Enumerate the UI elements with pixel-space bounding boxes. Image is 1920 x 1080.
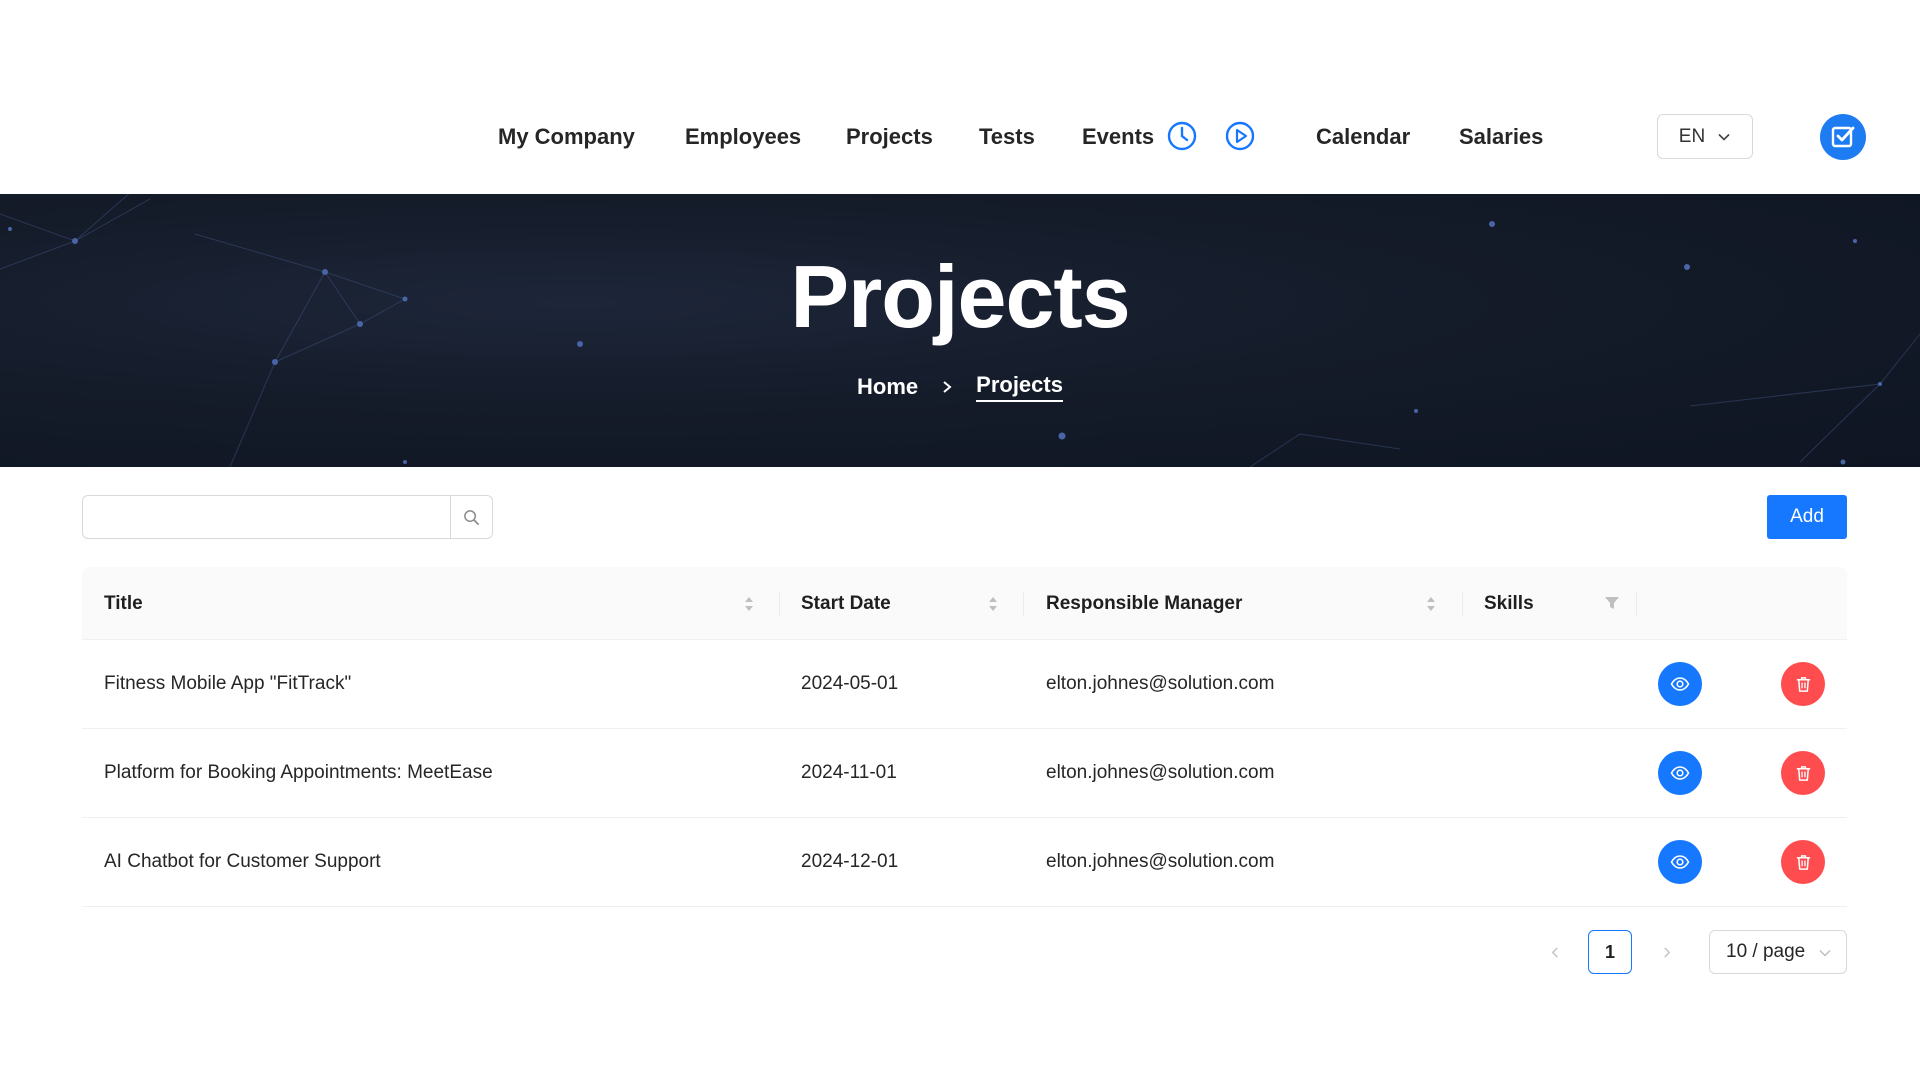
delete-button[interactable] xyxy=(1781,751,1825,795)
search-button[interactable] xyxy=(450,495,493,539)
column-header-title[interactable]: Title xyxy=(104,567,143,640)
page-size-select[interactable]: 10 / page xyxy=(1709,930,1847,974)
view-button[interactable] xyxy=(1658,840,1702,884)
view-button[interactable] xyxy=(1658,751,1702,795)
delete-button[interactable] xyxy=(1781,662,1825,706)
sort-icon[interactable] xyxy=(743,595,755,613)
column-header-responsible-manager[interactable]: Responsible Manager xyxy=(1046,567,1242,640)
chevron-right-icon xyxy=(943,381,952,393)
top-header: My Company Employees Projects Tests Even… xyxy=(0,0,1920,194)
column-divider xyxy=(1636,592,1637,616)
pagination-page-1[interactable]: 1 xyxy=(1588,930,1632,974)
cell-manager: elton.johnes@solution.com xyxy=(1046,673,1275,694)
chevron-left-icon xyxy=(1551,946,1558,958)
trash-icon xyxy=(1796,854,1810,870)
tasks-button[interactable] xyxy=(1820,114,1866,160)
filter-icon[interactable] xyxy=(1604,595,1620,611)
page-title: Projects xyxy=(790,247,1130,346)
column-divider xyxy=(779,592,780,616)
view-button[interactable] xyxy=(1658,662,1702,706)
projects-table: Title Start Date Responsible Manager Ski… xyxy=(82,567,1847,907)
cell-manager: elton.johnes@solution.com xyxy=(1046,851,1275,872)
nav-item-my-company[interactable]: My Company xyxy=(498,120,635,154)
breadcrumb: Home Projects xyxy=(0,372,1920,402)
cell-title: Platform for Booking Appointments: MeetE… xyxy=(104,762,493,783)
column-divider xyxy=(1023,592,1024,616)
column-header-skills[interactable]: Skills xyxy=(1484,567,1534,640)
page-size-value: 10 / page xyxy=(1726,941,1806,962)
trash-icon xyxy=(1796,676,1810,692)
cell-start-date: 2024-05-01 xyxy=(801,673,899,694)
language-value: EN xyxy=(1678,125,1706,147)
nav-item-calendar[interactable]: Calendar xyxy=(1316,120,1410,154)
nav-item-salaries[interactable]: Salaries xyxy=(1459,120,1543,154)
breadcrumb-current[interactable]: Projects xyxy=(976,372,1063,402)
checkbox-icon xyxy=(1831,126,1855,148)
cell-title: AI Chatbot for Customer Support xyxy=(104,851,381,872)
table-row: Fitness Mobile App "FitTrack" 2024-05-01… xyxy=(82,640,1847,729)
cell-manager: elton.johnes@solution.com xyxy=(1046,762,1275,783)
search-icon xyxy=(464,509,479,525)
column-header-start-date[interactable]: Start Date xyxy=(801,567,891,640)
search-input[interactable] xyxy=(82,495,450,539)
table-header: Title Start Date Responsible Manager Ski… xyxy=(82,567,1847,640)
chevron-down-icon xyxy=(1819,949,1831,957)
nav-item-projects[interactable]: Projects xyxy=(846,120,933,154)
nav-item-employees[interactable]: Employees xyxy=(685,120,801,154)
delete-button[interactable] xyxy=(1781,840,1825,884)
page-banner: Projects Home Projects xyxy=(0,194,1920,467)
clock-icon[interactable] xyxy=(1166,120,1198,152)
sort-icon[interactable] xyxy=(987,595,999,613)
table-row: AI Chatbot for Customer Support 2024-12-… xyxy=(82,818,1847,907)
add-button[interactable]: Add xyxy=(1767,495,1847,539)
column-divider xyxy=(1462,592,1463,616)
cell-start-date: 2024-11-01 xyxy=(801,762,897,783)
nav-item-events[interactable]: Events xyxy=(1082,120,1154,154)
search-box xyxy=(82,495,493,539)
table-row: Platform for Booking Appointments: MeetE… xyxy=(82,729,1847,818)
eye-icon xyxy=(1670,855,1690,869)
pagination-prev-button[interactable] xyxy=(1545,935,1565,969)
language-select[interactable]: EN xyxy=(1657,114,1753,159)
main-nav: My Company Employees Projects Tests Even… xyxy=(0,120,1920,154)
sort-icon[interactable] xyxy=(1425,595,1437,613)
eye-icon xyxy=(1670,677,1690,691)
play-circle-icon[interactable] xyxy=(1224,120,1256,152)
cell-start-date: 2024-12-01 xyxy=(801,851,899,872)
cell-title: Fitness Mobile App "FitTrack" xyxy=(104,673,352,694)
chevron-down-icon xyxy=(1718,133,1730,141)
trash-icon xyxy=(1796,765,1810,781)
eye-icon xyxy=(1670,766,1690,780)
nav-item-tests[interactable]: Tests xyxy=(979,120,1035,154)
breadcrumb-home[interactable]: Home xyxy=(857,374,918,400)
chevron-right-icon xyxy=(1663,946,1670,958)
pagination-next-button[interactable] xyxy=(1656,935,1676,969)
